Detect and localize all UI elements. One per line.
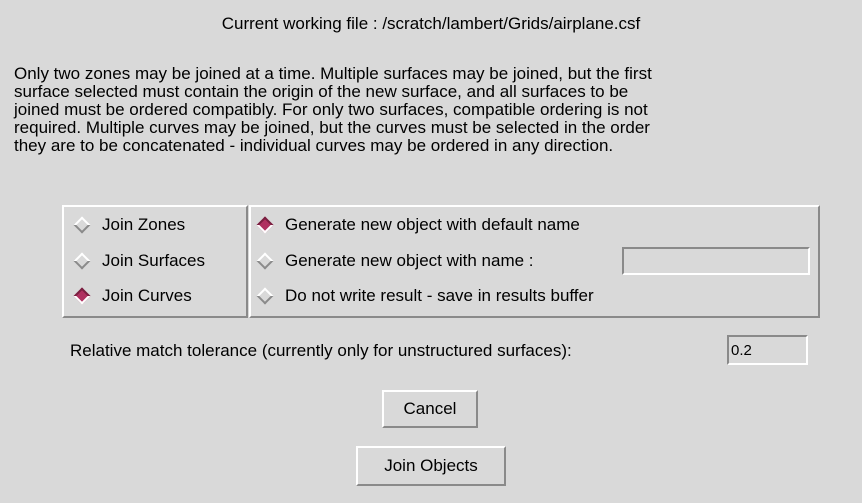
radio-join-curves[interactable]: Join Curves xyxy=(73,281,192,311)
radio-selected-icon xyxy=(256,216,274,234)
instructions-text: Only two zones may be joined at a time. … xyxy=(14,65,859,155)
join-objects-button[interactable]: Join Objects xyxy=(356,446,506,486)
cancel-button[interactable]: Cancel xyxy=(382,390,478,428)
radio-join-surfaces[interactable]: Join Surfaces xyxy=(73,246,205,276)
radio-unselected-icon xyxy=(256,252,274,270)
join-type-radio-group: Join Zones Join Surfaces Join Curves xyxy=(62,205,248,318)
radio-label: Join Zones xyxy=(102,215,186,234)
radio-no-write[interactable]: Do not write result - save in results bu… xyxy=(256,281,594,311)
radio-label: Join Surfaces xyxy=(102,251,205,270)
radio-unselected-icon xyxy=(73,252,91,270)
instructions-line: surface selected must contain the origin… xyxy=(14,82,629,101)
radio-label: Generate new object with name : xyxy=(285,251,534,270)
object-name-input[interactable] xyxy=(622,247,810,275)
instructions-line: Only two zones may be joined at a time. … xyxy=(14,64,652,83)
radio-with-name[interactable]: Generate new object with name : xyxy=(256,246,534,276)
radio-unselected-icon xyxy=(256,287,274,305)
radio-join-zones[interactable]: Join Zones xyxy=(73,210,186,240)
tolerance-label: Relative match tolerance (currently only… xyxy=(70,341,572,360)
radio-default-name[interactable]: Generate new object with default name xyxy=(256,210,580,240)
radio-label: Do not write result - save in results bu… xyxy=(285,286,594,305)
radio-selected-icon xyxy=(73,287,91,305)
output-mode-radio-group: Generate new object with default name Ge… xyxy=(249,205,820,318)
tolerance-input[interactable] xyxy=(727,335,808,365)
radio-label: Join Curves xyxy=(102,286,192,305)
instructions-line: joined must be ordered compatibly. For o… xyxy=(14,100,648,119)
instructions-line: required. Multiple curves may be joined,… xyxy=(14,118,650,137)
radio-label: Generate new object with default name xyxy=(285,215,580,234)
current-file-title: Current working file : /scratch/lambert/… xyxy=(221,14,641,33)
instructions-line: they are to be concatenated - individual… xyxy=(14,136,614,155)
radio-unselected-icon xyxy=(73,216,91,234)
